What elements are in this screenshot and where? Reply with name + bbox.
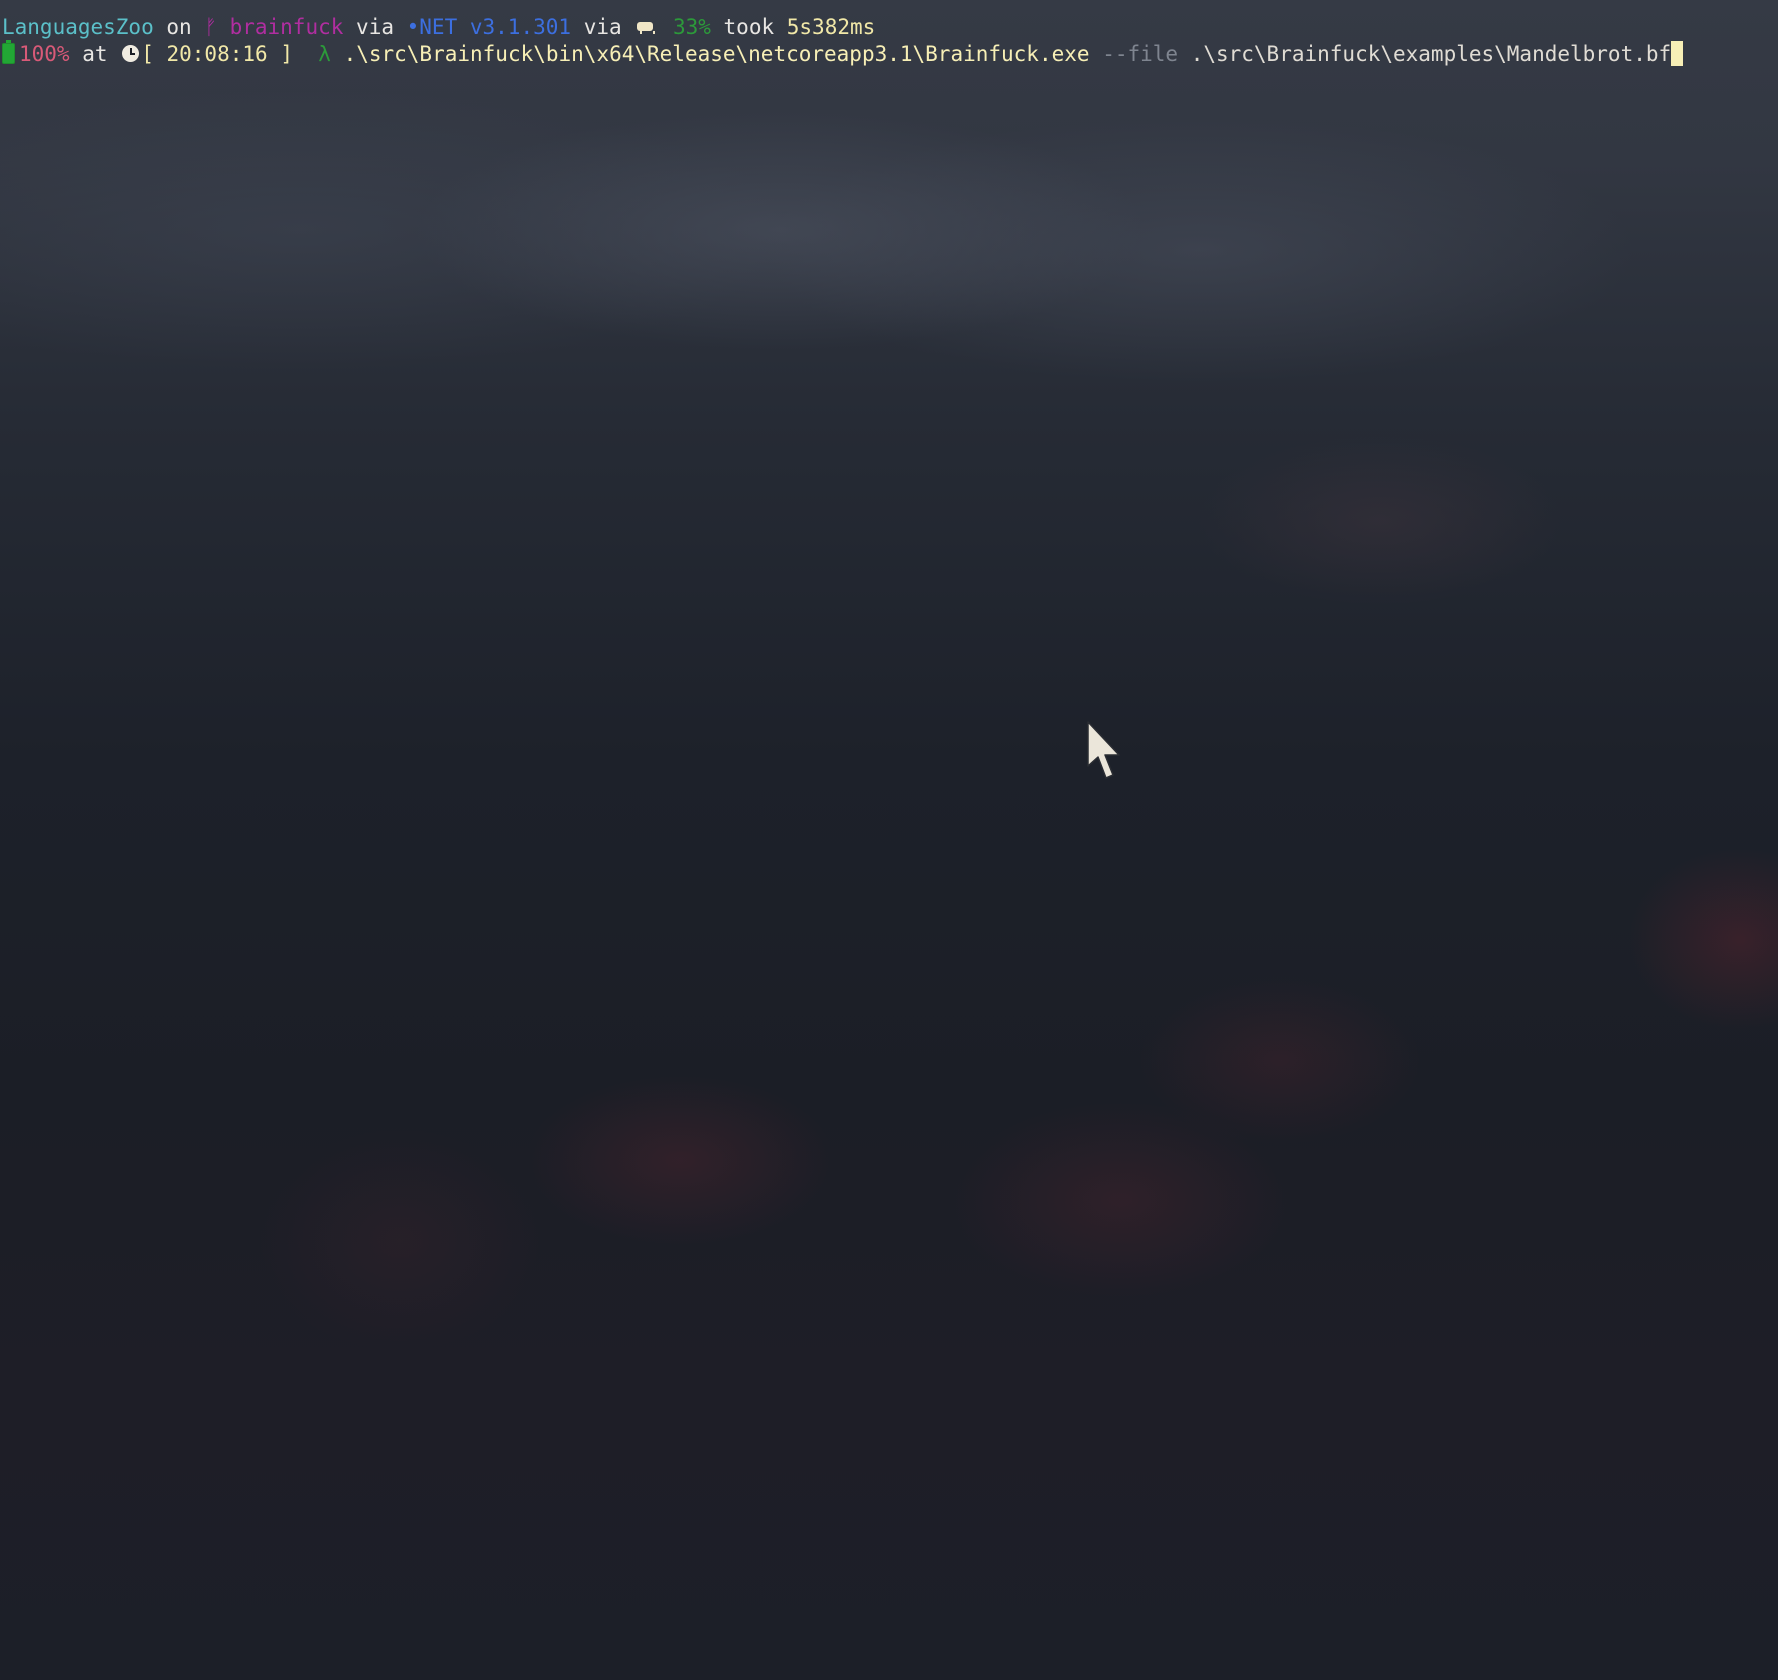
terminal-window[interactable]: LanguagesZoo on ᚠ brainfuck via •NET v3.…	[0, 0, 1778, 1680]
prompt-time: 20:08:16	[166, 42, 268, 66]
battery-icon	[2, 40, 15, 64]
prompt-memory-usage: 33%	[672, 15, 711, 39]
prompt-git-branch: brainfuck	[229, 15, 344, 39]
command-executable[interactable]: .\src\Brainfuck\bin\x64\Release\netcorea…	[344, 42, 1090, 66]
prompt-time-close-bracket: ]	[280, 42, 293, 66]
prompt-status-line: LanguagesZoo on ᚠ brainfuck via •NET v3.…	[2, 13, 875, 41]
prompt-at-label: at	[82, 42, 108, 66]
prompt-took-label: took	[723, 15, 775, 39]
command-flag[interactable]: --file	[1102, 42, 1178, 66]
git-branch-icon: ᚠ	[204, 15, 217, 39]
prompt-lambda-symbol: λ	[318, 42, 331, 66]
prompt-time-open-bracket: [	[141, 42, 154, 66]
prompt-via-label: via	[356, 15, 394, 39]
prompt-dotnet-version: v3.1.301	[469, 15, 572, 39]
prompt-command-line[interactable]: 100% at [ 20:08:16 ] λ .\src\Brainfuck\b…	[2, 40, 1684, 68]
prompt-battery-level: 100%	[19, 42, 70, 66]
prompt-on-label: on	[166, 15, 192, 39]
mouse-pointer-icon	[1087, 721, 1120, 779]
command-argument[interactable]: .\src\Brainfuck\examples\Mandelbrot.bf	[1191, 42, 1671, 66]
prompt-dotnet-label: •NET	[406, 15, 458, 39]
prompt-directory: LanguagesZoo	[2, 15, 154, 39]
text-cursor	[1671, 41, 1684, 66]
prompt-command-duration: 5s382ms	[786, 15, 876, 39]
ram-icon	[636, 20, 656, 34]
clock-icon	[122, 45, 140, 62]
prompt-via-label-2: via	[583, 15, 622, 39]
